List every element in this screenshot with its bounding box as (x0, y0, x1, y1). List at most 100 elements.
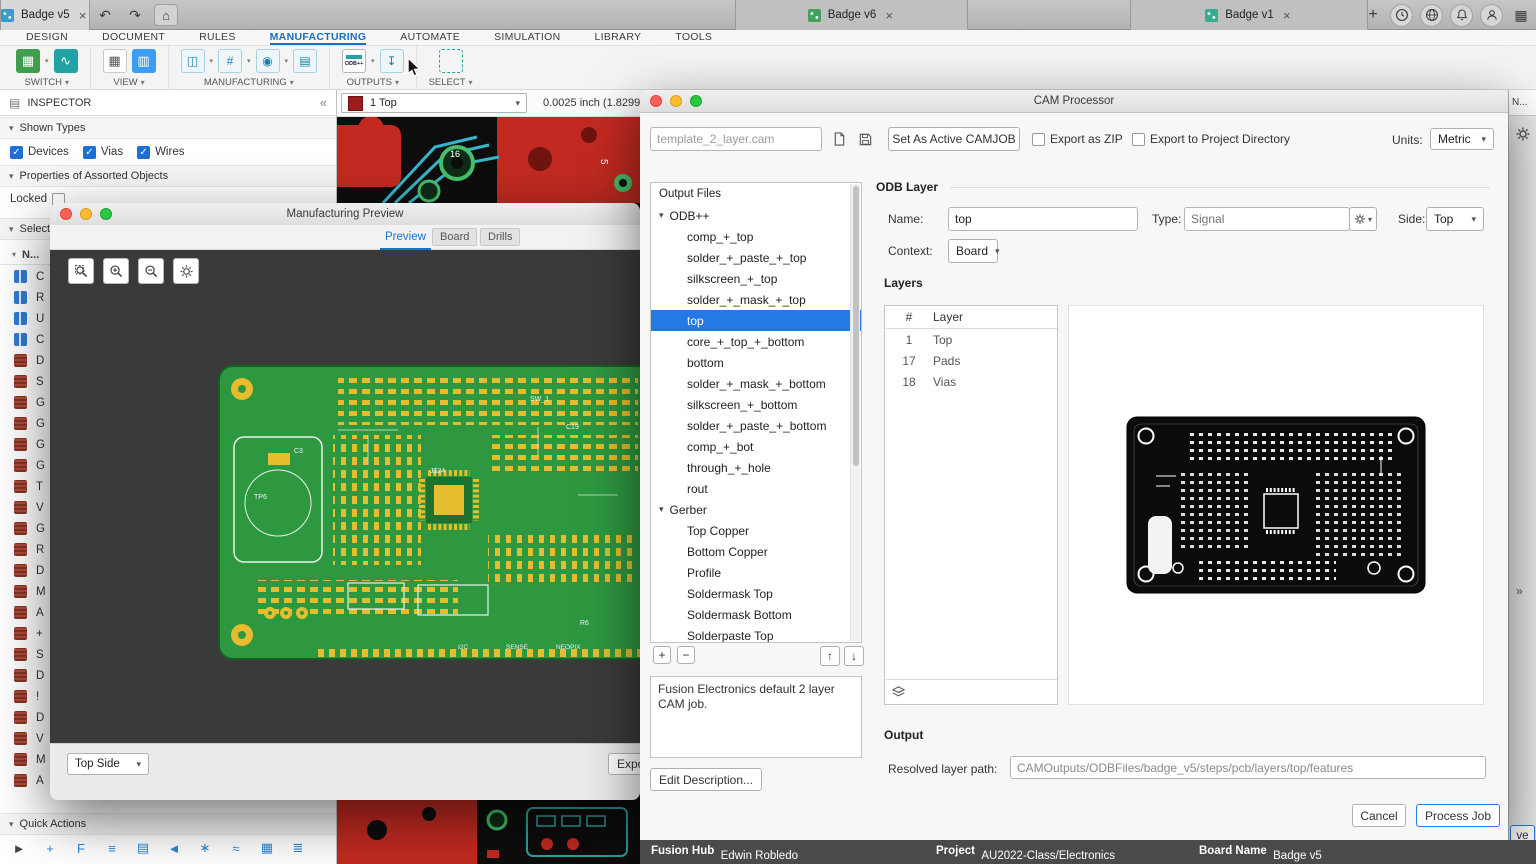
output-file-item[interactable]: silkscreen_+_bottom (651, 394, 861, 415)
ribbon-group-label[interactable]: VIEW (113, 77, 144, 88)
select-tool-icon[interactable]: ► (9, 838, 29, 858)
output-file-item[interactable]: comp_+_top (651, 226, 861, 247)
panelize-tool-icon[interactable]: # (218, 49, 242, 73)
wave-tool-icon[interactable]: ≈ (226, 838, 246, 858)
hidden-button-fragment[interactable]: ve (1510, 825, 1535, 840)
pcb-editor-canvas-bottom[interactable] (337, 800, 640, 864)
menu-item[interactable]: SIMULATION (494, 30, 560, 45)
output-file-item[interactable]: Bottom Copper (651, 541, 861, 562)
collapse-panel-icon[interactable]: « (320, 95, 327, 110)
zoom-out-icon[interactable] (138, 258, 164, 284)
export-project-directory-checkbox[interactable]: Export to Project Directory (1132, 132, 1290, 146)
export-button[interactable]: Export (608, 753, 640, 775)
notifications-bell-icon[interactable] (1450, 4, 1473, 27)
side-select[interactable]: Top (1426, 207, 1484, 231)
menu-item[interactable]: RULES (199, 30, 236, 45)
output-file-item[interactable]: Profile (651, 562, 861, 583)
camjob-description[interactable]: Fusion Electronics default 2 layer CAM j… (650, 676, 862, 758)
cam-processor-icon[interactable]: ODB++ (342, 49, 366, 73)
menu-item[interactable]: AUTOMATE (400, 30, 460, 45)
assembly-tool-icon[interactable]: ◉ (256, 49, 280, 73)
menu-item[interactable]: DESIGN (26, 30, 68, 45)
grid-settings-icon[interactable]: ▦ (103, 49, 127, 73)
output-file-item[interactable]: solder_+_paste_+_bottom (651, 415, 861, 436)
grid-tool-icon[interactable]: ▦ (257, 838, 277, 858)
new-camjob-icon[interactable] (828, 128, 850, 150)
resolved-layer-path-input[interactable] (1010, 756, 1486, 779)
settings-gear-icon[interactable] (1515, 126, 1531, 147)
preview-settings-gear-icon[interactable] (173, 258, 199, 284)
set-active-camjob-button[interactable]: Set As Active CAMJOB (888, 127, 1020, 151)
tab-drills[interactable]: Drills (480, 228, 520, 246)
output-file-item[interactable]: Soldermask Bottom (651, 604, 861, 625)
export-zip-checkbox[interactable]: Export as ZIP (1032, 132, 1123, 146)
gerber-group-row[interactable]: ▾ Gerber (651, 499, 861, 520)
schematic-editor-icon[interactable]: ∿ (54, 49, 78, 73)
history-icon[interactable] (1390, 4, 1413, 27)
layer-type-input[interactable] (1184, 207, 1350, 231)
process-job-button[interactable]: Process Job (1416, 804, 1500, 827)
remove-output-button[interactable]: − (677, 646, 695, 664)
Top[interactable]: 1 Top (885, 329, 1057, 350)
menu-item[interactable]: MANUFACTURING (270, 30, 367, 45)
type-settings-button[interactable]: ▾ (1349, 207, 1377, 231)
close-window-button[interactable] (650, 95, 662, 107)
type-filter-checkbox[interactable]: Vias (83, 146, 123, 159)
tab-preview[interactable]: Preview (380, 225, 431, 250)
cancel-button[interactable]: Cancel (1352, 804, 1406, 827)
layer-display-icon[interactable]: ▥ (132, 49, 156, 73)
close-icon[interactable] (1281, 8, 1293, 23)
odb-group-row[interactable]: ▾ ODB++ (651, 205, 861, 226)
menu-item[interactable]: LIBRARY (594, 30, 641, 45)
fit-tool-icon[interactable]: F (71, 838, 91, 858)
move-up-button[interactable]: ↑ (820, 646, 840, 666)
output-file-item[interactable]: bottom (651, 352, 861, 373)
home-icon[interactable]: ⌂ (154, 4, 178, 26)
move-tool-icon[interactable]: + (40, 838, 60, 858)
zoom-window-button[interactable] (690, 95, 702, 107)
board-editor-icon[interactable]: ▦ (16, 49, 40, 73)
shown-types-section[interactable]: Shown Types (0, 117, 336, 139)
scrollbar-thumb[interactable] (853, 186, 859, 466)
minimize-window-button[interactable] (80, 208, 92, 220)
ribbon-group-label[interactable]: MANUFACTURING (204, 77, 294, 88)
edit-description-button[interactable]: Edit Description... (650, 768, 762, 791)
preview-tool-icon[interactable]: ◫ (181, 49, 205, 73)
save-camjob-icon[interactable] (854, 128, 876, 150)
output-file-item[interactable]: solder_+_mask_+_bottom (651, 373, 861, 394)
Vias[interactable]: 18 Vias (885, 371, 1057, 392)
rows-tool-icon[interactable]: ≣ (288, 838, 308, 858)
panel-tool-icon[interactable]: ▤ (133, 838, 153, 858)
properties-section[interactable]: Properties of Assorted Objects (0, 165, 336, 187)
ribbon-group-label[interactable]: SELECT (429, 77, 473, 88)
document-tab[interactable]: Badge v6 (735, 0, 968, 30)
star-tool-icon[interactable]: ∗ (195, 838, 215, 858)
panel-collapse-icon[interactable]: » (1516, 584, 1523, 598)
output-file-item[interactable]: through_+_hole (651, 457, 861, 478)
document-tab[interactable]: Badge v1 (1130, 0, 1368, 30)
close-icon[interactable] (77, 8, 89, 23)
output-file-item[interactable]: rout (651, 478, 861, 499)
back-tool-icon[interactable]: ◄ (164, 838, 184, 858)
output-file-item[interactable]: comp_+_bot (651, 436, 861, 457)
ribbon-group-label[interactable]: OUTPUTS (347, 77, 399, 88)
output-file-item[interactable]: Solderpaste Top (651, 625, 861, 643)
menu-item[interactable]: DOCUMENT (102, 30, 165, 45)
move-down-button[interactable]: ↓ (844, 646, 864, 666)
minimize-window-button[interactable] (670, 95, 682, 107)
document-tab[interactable]: Badge v5 (0, 0, 90, 30)
layer-name-input[interactable] (948, 207, 1138, 231)
output-file-item[interactable]: Soldermask Top (651, 583, 861, 604)
Pads[interactable]: 17 Pads (885, 350, 1057, 371)
zoom-fit-icon[interactable] (68, 258, 94, 284)
camjob-filename-input[interactable] (650, 127, 822, 151)
web-icon[interactable] (1420, 4, 1443, 27)
units-select[interactable]: Metric (1430, 128, 1494, 150)
list-tool-icon[interactable]: ≡ (102, 838, 122, 858)
undo-icon[interactable]: ↶ (94, 4, 116, 26)
close-icon[interactable] (883, 8, 895, 23)
context-select[interactable]: Board (948, 239, 998, 263)
select-marquee-icon[interactable] (439, 49, 463, 73)
menu-item[interactable]: TOOLS (675, 30, 712, 45)
ribbon-group-label[interactable]: SWITCH (25, 77, 69, 88)
